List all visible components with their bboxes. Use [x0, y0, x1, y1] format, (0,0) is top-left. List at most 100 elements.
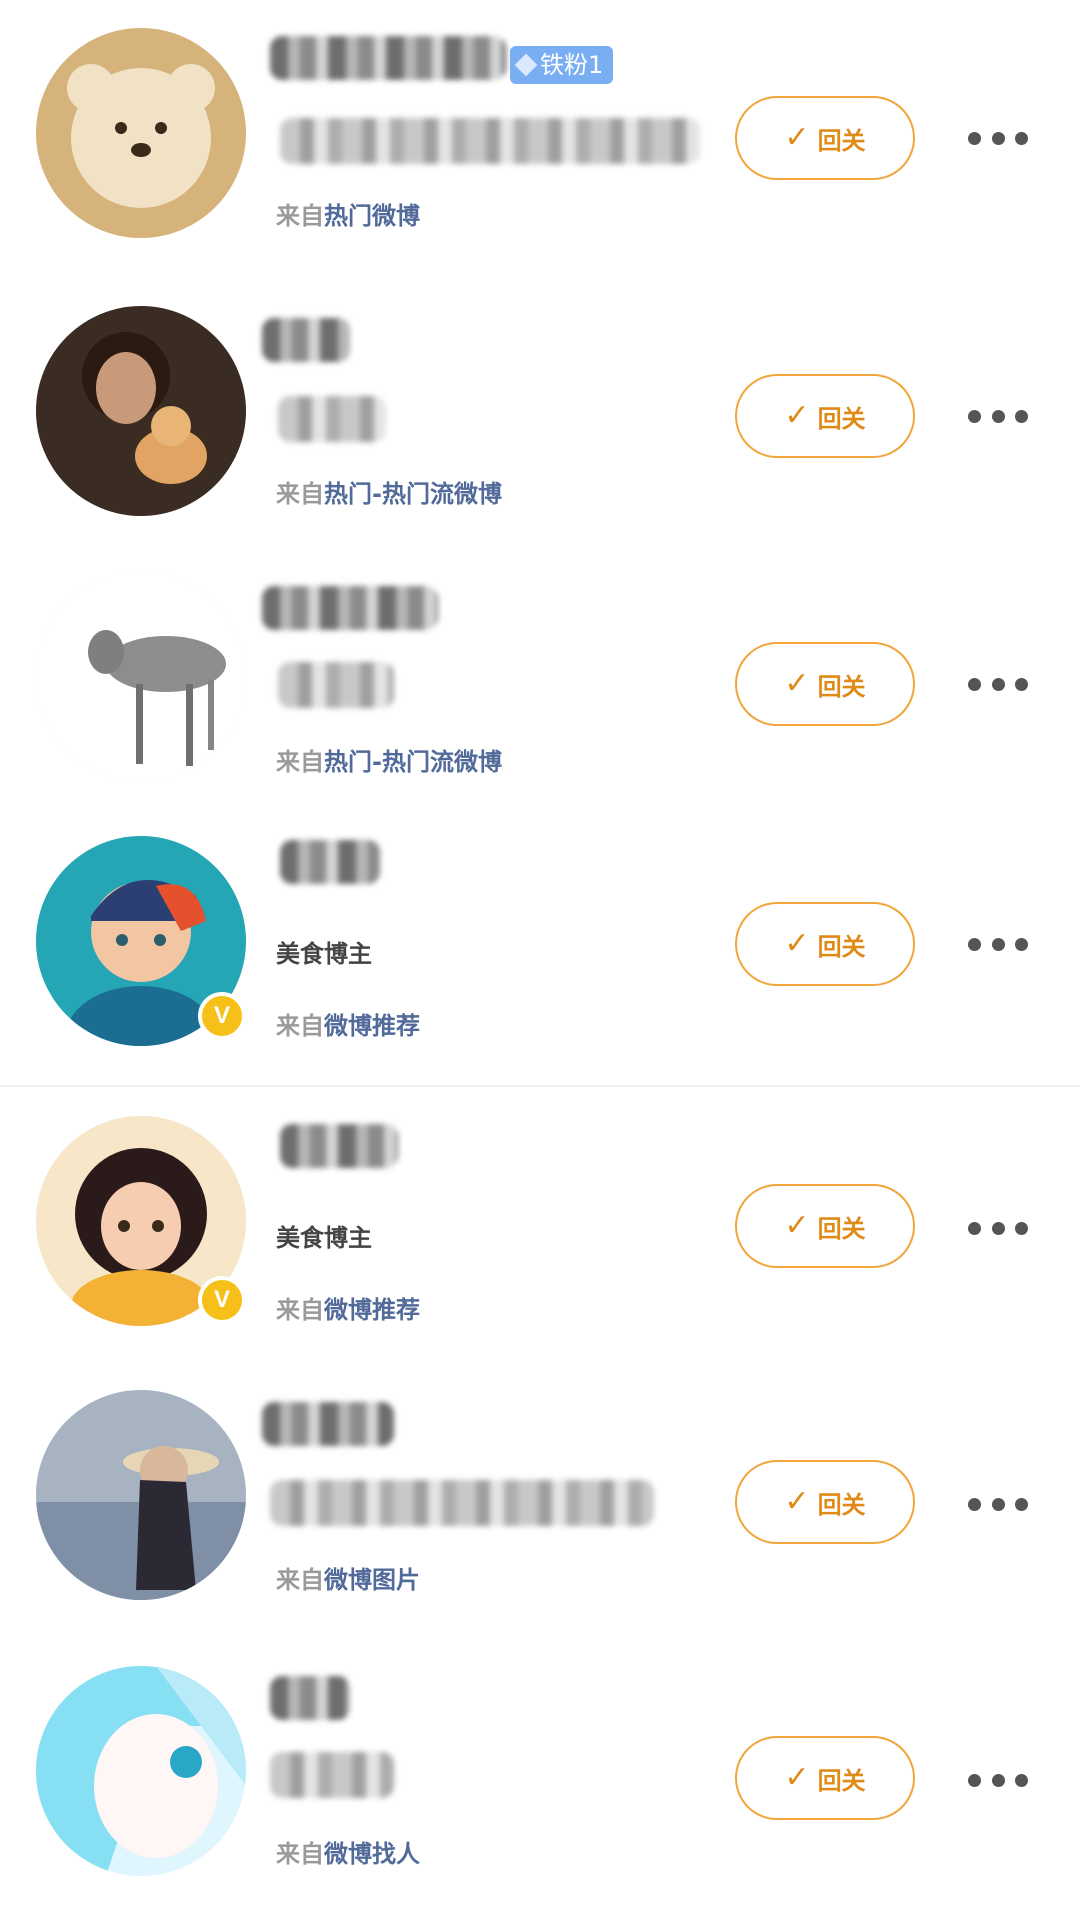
more-dot — [991, 1497, 1005, 1511]
source-origin[interactable]: 热门-热门流微博 — [324, 480, 502, 508]
source-origin[interactable]: 微博推荐 — [324, 1012, 420, 1040]
more-dot — [968, 131, 981, 145]
avatar[interactable] — [36, 1666, 246, 1876]
username-redacted[interactable] — [270, 1676, 350, 1720]
source-prefix: 来自 — [276, 1296, 324, 1324]
follower-list: 铁粉1 来自热门微博 ✓ 回关 来自热门-热门流微博 ✓ 回关 来自热门-热门流… — [0, 0, 1080, 1918]
more-dot — [1015, 1773, 1028, 1787]
source-origin[interactable]: 微博推荐 — [324, 1296, 420, 1324]
bio-text: 美食博主 — [276, 1224, 372, 1252]
bio-redacted — [278, 396, 386, 442]
source-prefix: 来自 — [276, 748, 324, 776]
check-icon: ✓ — [784, 1760, 810, 1795]
fan-badge-label: 铁粉1 — [540, 51, 604, 79]
follow-back-button[interactable]: ✓ 回关 — [735, 374, 915, 458]
more-options-button[interactable] — [968, 674, 1028, 694]
source-text: 来自微博推荐 — [276, 1006, 420, 1041]
more-dot — [1015, 1221, 1028, 1235]
username-redacted[interactable] — [280, 1124, 398, 1168]
more-options-button[interactable] — [968, 128, 1028, 148]
follow-back-button[interactable]: ✓ 回关 — [735, 1736, 915, 1820]
more-dot — [968, 1773, 981, 1787]
fan-badge[interactable]: 铁粉1 — [510, 46, 614, 84]
more-dot — [1015, 409, 1028, 423]
follow-back-button[interactable]: ✓ 回关 — [735, 902, 915, 986]
avatar[interactable] — [36, 28, 246, 238]
more-dot — [1015, 1497, 1028, 1511]
username-redacted[interactable] — [262, 318, 350, 362]
source-text: 来自微博找人 — [276, 1834, 420, 1869]
more-dot — [968, 677, 981, 691]
follow-back-button[interactable]: ✓ 回关 — [735, 96, 915, 180]
more-dot — [991, 937, 1005, 951]
bio-redacted — [270, 1752, 394, 1798]
more-dot — [968, 937, 981, 951]
avatar[interactable] — [36, 572, 246, 782]
bio-redacted — [280, 118, 700, 164]
more-options-button[interactable] — [968, 934, 1028, 954]
check-icon: ✓ — [784, 120, 810, 155]
avatar-image — [36, 572, 246, 782]
more-dot — [991, 409, 1005, 423]
more-dot — [968, 1221, 981, 1235]
follow-back-label: 回关 — [817, 126, 866, 155]
source-origin[interactable]: 热门-热门流微博 — [324, 748, 502, 776]
source-prefix: 来自 — [276, 1840, 324, 1868]
more-options-button[interactable] — [968, 406, 1028, 426]
follow-back-label: 回关 — [817, 1214, 866, 1243]
more-dot — [1015, 131, 1028, 145]
bio-redacted — [270, 1480, 654, 1526]
source-prefix: 来自 — [276, 480, 324, 508]
check-icon: ✓ — [784, 666, 810, 701]
check-icon: ✓ — [784, 1208, 810, 1243]
diamond-icon — [514, 53, 538, 77]
bio-text: 美食博主 — [276, 940, 372, 968]
more-options-button[interactable] — [968, 1494, 1028, 1514]
avatar-image — [36, 1390, 246, 1600]
more-dot — [991, 677, 1005, 691]
username-redacted[interactable] — [280, 840, 380, 884]
source-text: 来自微博推荐 — [276, 1290, 420, 1325]
source-text: 来自热门微博 — [276, 196, 420, 231]
more-dot — [1015, 937, 1028, 951]
avatar[interactable] — [36, 306, 246, 516]
source-origin[interactable]: 微博找人 — [324, 1840, 420, 1868]
follow-back-label: 回关 — [817, 932, 866, 961]
more-options-button[interactable] — [968, 1770, 1028, 1790]
more-options-button[interactable] — [968, 1218, 1028, 1238]
follow-back-label: 回关 — [817, 1490, 866, 1519]
verified-v-icon: V — [198, 992, 246, 1040]
section-divider — [0, 1085, 1080, 1087]
follow-back-label: 回关 — [817, 1766, 866, 1795]
check-icon: ✓ — [784, 1484, 810, 1519]
source-prefix: 来自 — [276, 1566, 324, 1594]
more-dot — [968, 1497, 981, 1511]
follow-back-label: 回关 — [817, 672, 866, 701]
username-redacted[interactable] — [262, 1402, 394, 1446]
verified-v-icon: V — [198, 1276, 246, 1324]
more-dot — [968, 409, 981, 423]
follow-back-button[interactable]: ✓ 回关 — [735, 1460, 915, 1544]
check-icon: ✓ — [784, 398, 810, 433]
more-dot — [991, 1221, 1005, 1235]
source-prefix: 来自 — [276, 1012, 324, 1040]
source-origin[interactable]: 热门微博 — [324, 202, 420, 230]
more-dot — [991, 1773, 1005, 1787]
check-icon: ✓ — [784, 926, 810, 961]
avatar-image — [36, 28, 246, 238]
source-text: 来自热门-热门流微博 — [276, 742, 502, 777]
follow-back-button[interactable]: ✓ 回关 — [735, 642, 915, 726]
avatar-image — [36, 1666, 246, 1876]
more-dot — [991, 131, 1005, 145]
follow-back-button[interactable]: ✓ 回关 — [735, 1184, 915, 1268]
username-redacted[interactable] — [262, 586, 438, 630]
more-dot — [1015, 677, 1028, 691]
source-prefix: 来自 — [276, 202, 324, 230]
avatar[interactable] — [36, 1390, 246, 1600]
avatar-image — [36, 306, 246, 516]
username-redacted[interactable] — [270, 36, 506, 80]
source-text: 来自热门-热门流微博 — [276, 474, 502, 509]
source-origin[interactable]: 微博图片 — [324, 1566, 420, 1594]
follow-back-label: 回关 — [817, 404, 866, 433]
source-text: 来自微博图片 — [276, 1560, 420, 1595]
